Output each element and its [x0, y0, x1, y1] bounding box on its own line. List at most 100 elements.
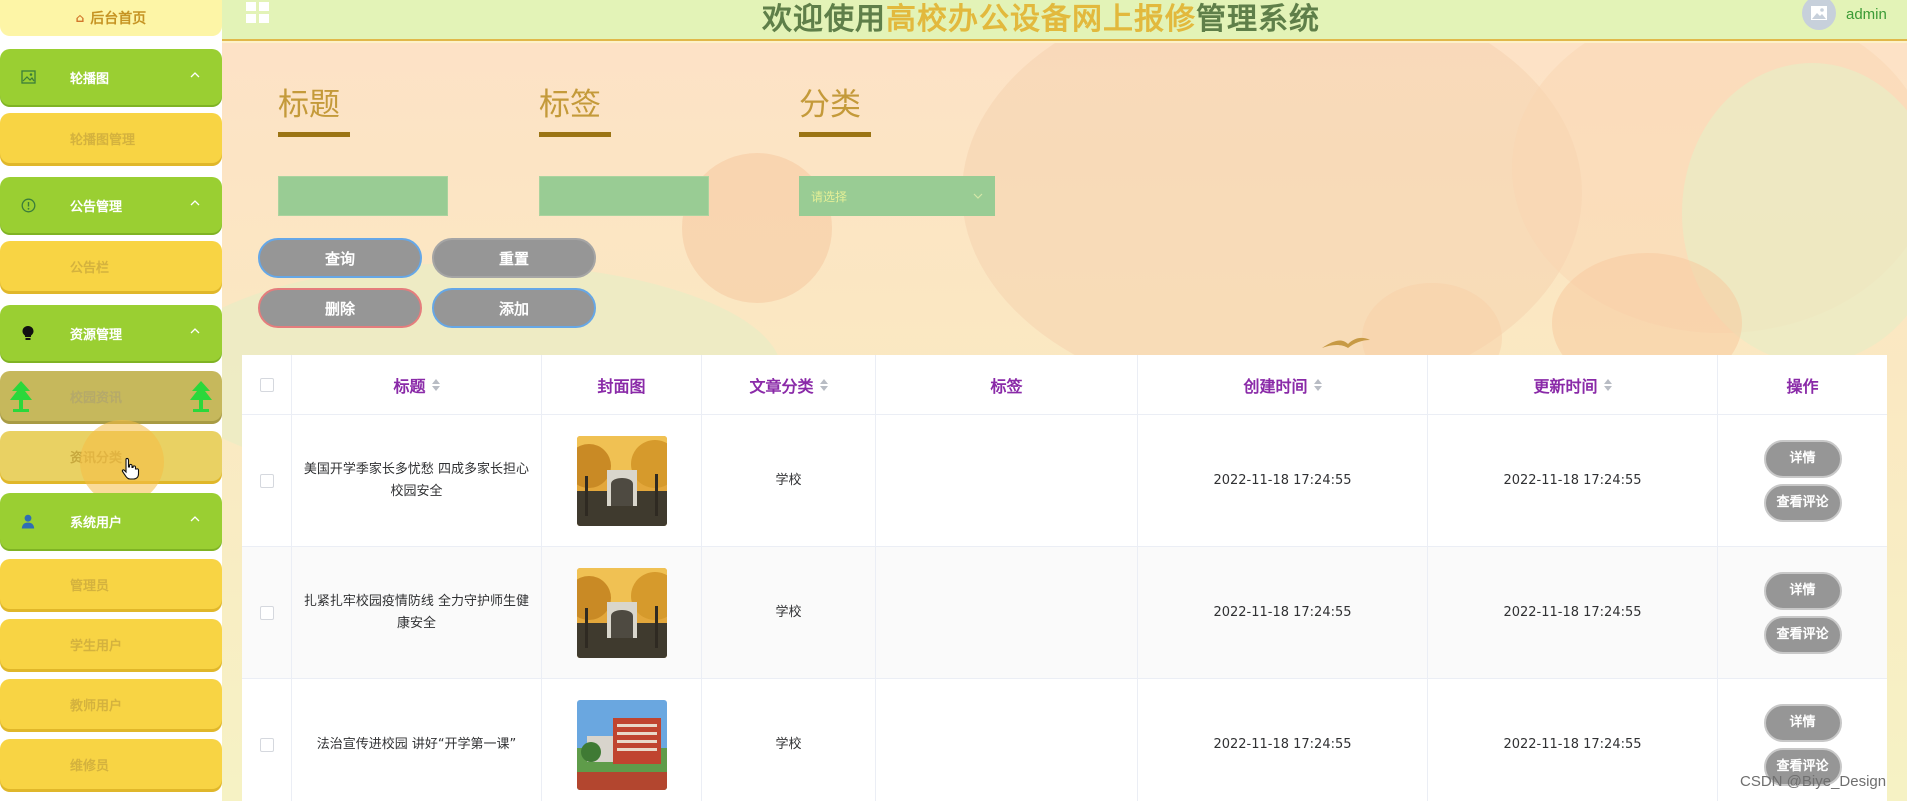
column-header-tag: 标签: [876, 355, 1138, 415]
cell-actions: 详情 查看评论: [1718, 547, 1887, 679]
view-comments-button[interactable]: 查看评论: [1763, 484, 1842, 522]
sort-icon[interactable]: [819, 379, 828, 391]
detail-button[interactable]: 详情: [1763, 440, 1842, 478]
bulb-icon: [20, 325, 36, 341]
cell-actions: 详情 查看评论: [1718, 415, 1887, 547]
sidebar-item-repairman[interactable]: 维修员: [0, 739, 222, 789]
username[interactable]: admin: [1846, 6, 1887, 23]
sidebar-item-label: 校园资讯: [70, 390, 123, 406]
main-content: 标题 标签 分类 请选择 查询 重置 删除 添加 标题 封面图 文章分类 标签 …: [222, 43, 1907, 801]
row-checkbox[interactable]: [259, 606, 274, 620]
column-header-created[interactable]: 创建时间: [1138, 355, 1428, 415]
title-part-system-name: 高校办公设备网上报修: [886, 2, 1196, 37]
cell-cover: [542, 547, 702, 679]
cell-tag: [876, 415, 1138, 547]
chevron-up-icon: [190, 72, 200, 78]
sidebar-item-label: 管理员: [70, 578, 110, 594]
cell-title: 法治宣传进校园 讲好“开学第一课”: [292, 679, 542, 801]
detail-button[interactable]: 详情: [1763, 704, 1842, 742]
sidebar-item-label: 教师用户: [70, 698, 123, 714]
cell-category: 学校: [702, 679, 876, 801]
sidebar-group-carousel[interactable]: 轮播图: [0, 49, 222, 105]
watermark-text: CSDN @Biye_Design: [1740, 773, 1887, 790]
grid-menu-icon[interactable]: [246, 2, 270, 24]
category-select[interactable]: 请选择: [799, 176, 995, 216]
cell-updated: 2022-11-18 17:24:55: [1428, 547, 1718, 679]
query-button[interactable]: 查询: [258, 238, 422, 278]
table-header: 标题 封面图 文章分类 标签 创建时间 更新时间 操作: [242, 355, 1887, 415]
sidebar-item-label: 后台首页: [90, 11, 147, 27]
image-icon: [20, 69, 36, 85]
view-comments-button[interactable]: 查看评论: [1763, 616, 1842, 654]
filter-label-category: 分类: [799, 87, 861, 123]
news-table: 标题 封面图 文章分类 标签 创建时间 更新时间 操作 美国开学季家长多忧愁 四…: [242, 355, 1887, 801]
filter-underline: [278, 132, 350, 137]
cell-cover: [542, 415, 702, 547]
cell-created: 2022-11-18 17:24:55: [1138, 679, 1428, 801]
sort-icon[interactable]: [431, 379, 440, 391]
cell-title: 扎紧扎牢校园疫情防线 全力守护师生健康安全: [292, 547, 542, 679]
chevron-up-icon: [190, 516, 200, 522]
chevron-up-icon: [190, 328, 200, 334]
cell-category: 学校: [702, 415, 876, 547]
avatar[interactable]: [1802, 0, 1836, 30]
filter-label-tag: 标签: [539, 87, 601, 123]
tree-decoration-icon: [190, 381, 212, 412]
row-checkbox[interactable]: [259, 474, 274, 488]
sort-icon[interactable]: [1313, 379, 1322, 391]
filter-underline: [539, 132, 611, 137]
sidebar-item-label: 公告栏: [70, 260, 110, 276]
bird-decoration-icon: [1322, 337, 1370, 348]
detail-button[interactable]: 详情: [1763, 572, 1842, 610]
sidebar-item-teacher-users[interactable]: 教师用户: [0, 679, 222, 729]
sidebar-group-resource[interactable]: 资源管理: [0, 305, 222, 361]
cell-category: 学校: [702, 547, 876, 679]
sidebar-item-student-users[interactable]: 学生用户: [0, 619, 222, 669]
sidebar-group-label: 资源管理: [70, 327, 123, 343]
sidebar-group-label: 轮播图: [70, 71, 110, 87]
add-button[interactable]: 添加: [432, 288, 596, 328]
sidebar-group-notice[interactable]: 公告管理: [0, 177, 222, 233]
sidebar-item-carousel-manage[interactable]: 轮播图管理: [0, 113, 222, 163]
top-header: 欢迎使用高校办公设备网上报修管理系统 admin: [222, 0, 1907, 41]
row-select-cell: [242, 679, 292, 801]
table-row: 法治宣传进校园 讲好“开学第一课” 学校 2022-11-18 17:24:55…: [242, 679, 1887, 801]
column-header-label: 创建时间: [1243, 377, 1308, 396]
sidebar-group-label: 公告管理: [70, 199, 123, 215]
column-header-label: 标签: [990, 377, 1023, 396]
row-select-cell: [242, 547, 292, 679]
tree-decoration-icon: [10, 381, 32, 412]
row-select-cell: [242, 415, 292, 547]
reset-button[interactable]: 重置: [432, 238, 596, 278]
sidebar-item-notice-board[interactable]: 公告栏: [0, 241, 222, 291]
title-search-input[interactable]: [278, 176, 448, 216]
autumn-gate-photo[interactable]: [576, 568, 667, 658]
cell-updated: 2022-11-18 17:24:55: [1428, 415, 1718, 547]
info-circle-icon: [20, 197, 36, 213]
column-header-label: 标题: [393, 377, 426, 396]
sidebar: ⌂ 后台首页 轮播图 轮播图管理 公告管理 公告栏 资源管理 校园资讯 系统用户…: [0, 0, 222, 801]
sidebar-group-system-users[interactable]: 系统用户: [0, 493, 222, 549]
sidebar-item-home[interactable]: ⌂ 后台首页: [0, 0, 222, 36]
select-all-cell: [242, 355, 292, 415]
sidebar-item-admin[interactable]: 管理员: [0, 559, 222, 609]
column-header-updated[interactable]: 更新时间: [1428, 355, 1718, 415]
row-checkbox[interactable]: [259, 738, 274, 752]
autumn-gate-photo[interactable]: [576, 436, 667, 526]
title-part-welcome: 欢迎使用: [762, 2, 886, 37]
sort-icon[interactable]: [1603, 379, 1612, 391]
title-part-suffix: 管理系统: [1196, 2, 1320, 37]
table-row: 扎紧扎牢校园疫情防线 全力守护师生健康安全 学校 2022-11-18 17:2…: [242, 547, 1887, 679]
table-row: 美国开学季家长多忧愁 四成多家长担心校园安全 学校 2022-11-18 17:…: [242, 415, 1887, 547]
column-header-title[interactable]: 标题: [292, 355, 542, 415]
sidebar-item-label: 维修员: [70, 758, 110, 774]
select-all-checkbox[interactable]: [259, 378, 274, 392]
column-header-label: 更新时间: [1533, 377, 1598, 396]
campus-building-photo[interactable]: [576, 700, 667, 790]
delete-button[interactable]: 删除: [258, 288, 422, 328]
filter-underline: [799, 132, 871, 137]
column-header-actions: 操作: [1718, 355, 1887, 415]
column-header-category[interactable]: 文章分类: [702, 355, 876, 415]
tag-search-input[interactable]: [539, 176, 709, 216]
page-title: 欢迎使用高校办公设备网上报修管理系统: [762, 0, 1320, 38]
